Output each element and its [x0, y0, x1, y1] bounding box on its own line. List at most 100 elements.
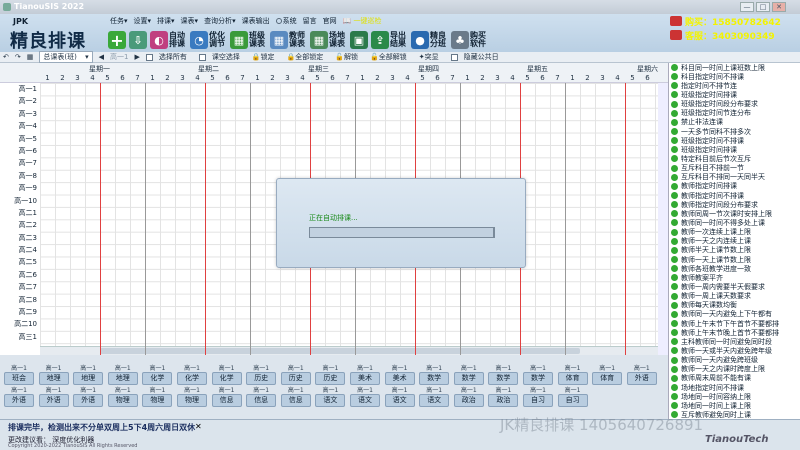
course-chip[interactable]: 高一1 历史 — [315, 365, 346, 385]
menu-output[interactable]: 课表输出 — [242, 16, 270, 28]
course-chip[interactable]: 高一1 美术 — [384, 365, 415, 385]
course-chip[interactable]: 高一1 信息 — [280, 387, 311, 407]
maximize-button[interactable]: □ — [756, 2, 770, 12]
menu-website[interactable]: 官网 — [323, 16, 337, 28]
rules-panel[interactable]: 科目同一时间上课班数上限 科目指定时间不排课 指定时间不排节连 班级指定时间排课 班级指… — [668, 63, 800, 419]
close-button[interactable]: ✕ — [772, 2, 786, 12]
empty-select-checkbox[interactable]: 课空选择 — [198, 52, 246, 62]
add-button[interactable]: + — [108, 31, 126, 50]
course-chip[interactable]: 高一1 体育 — [557, 365, 588, 385]
lock-button[interactable]: 🔒锁定 — [252, 52, 281, 62]
course-chip[interactable]: 高一1 物理 — [142, 387, 173, 407]
course-chip[interactable]: 高一1 自习 — [523, 387, 553, 407]
menu-system[interactable]: 系统 — [275, 16, 297, 28]
check-icon — [671, 64, 678, 72]
check-icon — [671, 356, 678, 364]
scroll-thumb[interactable] — [100, 348, 580, 354]
course-chip[interactable]: 高一1 政治 — [453, 387, 484, 407]
purchase-button[interactable]: ♣ 购买软件 — [451, 31, 488, 49]
course-class: 高一1 — [184, 365, 200, 372]
system-icon — [275, 18, 282, 24]
menu-message[interactable]: 留言 — [303, 16, 317, 28]
course-subject: 政治 — [488, 394, 519, 407]
course-subject: 数学 — [453, 372, 484, 385]
menu-settings[interactable]: 设置▾ — [134, 16, 152, 28]
course-chip[interactable]: 高一1 语文 — [419, 387, 450, 407]
next-class-icon[interactable]: ▶ — [134, 53, 139, 61]
vertical-scrollbar[interactable] — [658, 83, 668, 355]
course-chip[interactable]: 高一1 数学 — [419, 365, 450, 385]
unlock-all-button[interactable]: 🔓全部解锁 — [370, 52, 413, 62]
plus-icon: + — [108, 31, 126, 50]
progress-bar — [309, 227, 495, 238]
course-chip[interactable]: 高一1 美术 — [350, 365, 380, 385]
course-subject: 语文 — [350, 394, 380, 407]
prev-class-icon[interactable]: ◀ — [99, 53, 104, 61]
buy-contact[interactable]: 购买：15850782642 — [670, 14, 800, 28]
course-subject: 语文 — [384, 394, 415, 407]
close-message-icon[interactable]: ✕ — [195, 422, 202, 431]
course-chip[interactable]: 高一1 语文 — [384, 387, 415, 407]
course-chip[interactable]: 高一1 外语 — [38, 387, 69, 407]
optimize-button[interactable]: ◔ 优化调节 — [190, 31, 227, 49]
service-contact[interactable]: 客服：3403090349 — [670, 28, 800, 42]
course-chip[interactable]: 高一1 地理 — [73, 365, 104, 385]
redo-icon[interactable]: ↷ — [15, 53, 21, 61]
auto-schedule-button[interactable]: ◐ 自动排课 — [150, 31, 187, 49]
menu-timetable[interactable]: 课表▾ — [181, 16, 199, 28]
hide-public-day-checkbox[interactable]: 隐藏公共日 — [450, 52, 505, 62]
course-chip[interactable]: 高一1 数学 — [488, 365, 519, 385]
minimize-button[interactable]: — — [740, 2, 754, 12]
course-chip[interactable]: 高一1 信息 — [246, 387, 277, 407]
period-label: 5 — [105, 74, 110, 82]
highlight-button[interactable]: ✦突显 — [419, 52, 445, 62]
course-chip[interactable]: 高一1 物理 — [107, 387, 138, 407]
unlock-button[interactable]: 🔓解锁 — [335, 52, 364, 62]
course-chip[interactable]: 高一1 地理 — [38, 365, 69, 385]
class-division-button[interactable]: ● 精良分班 — [411, 31, 448, 49]
period-label: 6 — [225, 74, 230, 82]
course-chip[interactable]: 高一1 班会 — [4, 365, 34, 385]
check-icon — [671, 137, 678, 145]
venue-schedule-button[interactable]: ▦ 场地课表 — [310, 31, 347, 49]
course-chip[interactable]: 高一1 数学 — [453, 365, 484, 385]
toolbar-label: 精良分班 — [430, 31, 446, 48]
course-chip[interactable]: 高一1 地理 — [107, 365, 138, 385]
import-button[interactable]: ⇩ — [129, 31, 147, 49]
course-chip[interactable]: 高一1 化学 — [177, 365, 207, 385]
phone-icon — [670, 30, 682, 40]
save-button[interactable]: ▣ — [350, 31, 368, 49]
row-label: 高二4 — [18, 246, 37, 255]
course-chip[interactable]: 高一1 化学 — [142, 365, 173, 385]
teacher-schedule-button[interactable]: ▦ 教师课表 — [270, 31, 307, 49]
period-label: 5 — [420, 74, 425, 82]
course-chip[interactable]: 高一1 体育 — [592, 365, 623, 385]
course-chip[interactable]: 高一1 语文 — [350, 387, 380, 407]
check-icon — [671, 237, 678, 245]
period-label: 7 — [345, 74, 350, 82]
course-chip[interactable]: 高一1 政治 — [488, 387, 519, 407]
undo-icon[interactable]: ↶ — [3, 53, 9, 61]
toolbar-label: 自动排课 — [169, 31, 185, 48]
lock-all-button[interactable]: 🔒全部锁定 — [287, 52, 330, 62]
course-chip[interactable]: 高一1 自习 — [557, 387, 588, 407]
course-chip[interactable]: 高一1 化学 — [211, 365, 242, 385]
status-bar: 排课完毕，检测出来不分单双周上5下4周六周日双休 ✕ 更改建议看： 深度优化利器… — [0, 416, 800, 450]
menu-schedule[interactable]: 排课▾ — [157, 16, 175, 28]
course-chip[interactable]: 高一1 外语 — [626, 365, 657, 385]
course-chip[interactable]: 高一1 物理 — [177, 387, 207, 407]
menu-query[interactable]: 查询分析▾ — [204, 16, 236, 28]
course-chip[interactable]: 高一1 外语 — [4, 387, 34, 407]
course-chip[interactable]: 高一1 历史 — [280, 365, 311, 385]
course-chip[interactable]: 高一1 历史 — [246, 365, 277, 385]
course-chip[interactable]: 高一1 外语 — [73, 387, 104, 407]
export-button[interactable]: ⇪ 导出结果 — [371, 31, 408, 49]
view-selector[interactable]: 总课表(班) ▾ — [39, 51, 93, 63]
class-schedule-button[interactable]: ▦ 班级课表 — [230, 31, 267, 49]
course-chip[interactable]: 高一1 数学 — [523, 365, 553, 385]
select-all-checkbox[interactable]: 选择所有 — [145, 52, 193, 62]
menu-check[interactable]: 📖 一键巡检 — [343, 16, 382, 28]
course-chip[interactable]: 高一1 语文 — [315, 387, 346, 407]
menu-task[interactable]: 任务▾ — [110, 16, 128, 28]
course-chip[interactable]: 高一1 信息 — [211, 387, 242, 407]
